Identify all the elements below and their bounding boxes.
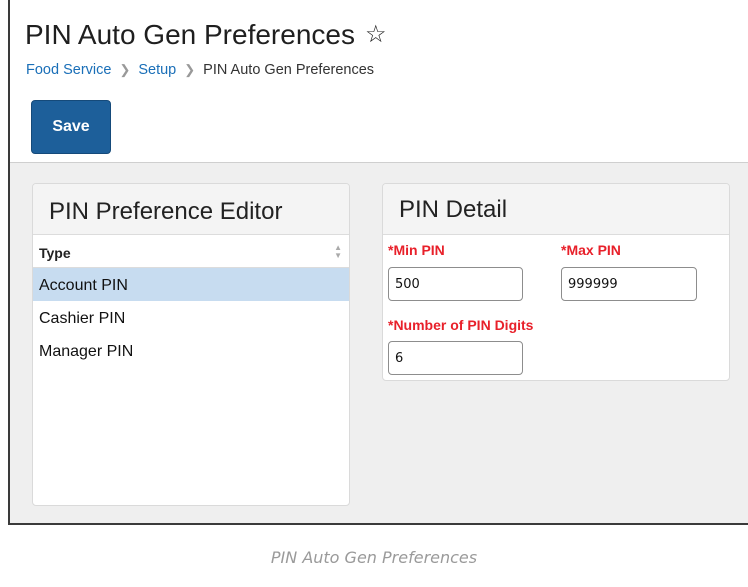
breadcrumb-food-service[interactable]: Food Service [26, 62, 111, 78]
page-header: PIN Auto Gen Preferences ☆ Food Service … [10, 0, 748, 93]
pin-detail-title: PIN Detail [383, 184, 729, 235]
page-title-text: PIN Auto Gen Preferences [25, 19, 355, 50]
number-of-pin-digits-label: *Number of PIN Digits [388, 317, 534, 333]
sort-icon[interactable]: ▲ ▼ [334, 244, 342, 260]
app-window: PIN Auto Gen Preferences ☆ Food Service … [8, 0, 748, 525]
action-toolbar: Save [10, 92, 748, 163]
breadcrumb: Food Service ❯ Setup ❯ PIN Auto Gen Pref… [26, 62, 374, 78]
pin-preference-editor-panel: PIN Preference Editor Type ▲ ▼ Account PI… [32, 183, 350, 506]
breadcrumb-current: PIN Auto Gen Preferences [203, 62, 375, 78]
pin-preference-editor-title: PIN Preference Editor [33, 184, 349, 235]
list-item-account-pin[interactable]: Account PIN [33, 268, 349, 301]
max-pin-input[interactable] [561, 267, 697, 301]
min-pin-input[interactable] [388, 267, 523, 301]
chevron-right-icon: ❯ [184, 62, 196, 77]
list-item-manager-pin[interactable]: Manager PIN [33, 334, 349, 367]
type-column-header[interactable]: Type ▲ ▼ [33, 235, 349, 268]
min-pin-label: *Min PIN [388, 242, 445, 258]
max-pin-label: *Max PIN [561, 242, 621, 258]
image-caption: PIN Auto Gen Preferences [270, 548, 478, 567]
number-of-pin-digits-input[interactable] [388, 341, 523, 375]
breadcrumb-setup[interactable]: Setup [138, 62, 176, 78]
chevron-right-icon: ❯ [119, 62, 131, 77]
type-column-label: Type [39, 245, 71, 261]
pin-detail-panel: PIN Detail *Min PIN *Max PIN *Number of … [382, 183, 730, 381]
star-icon[interactable]: ☆ [365, 23, 387, 47]
page-title: PIN Auto Gen Preferences ☆ [25, 19, 386, 51]
save-button[interactable]: Save [31, 100, 111, 154]
list-item-cashier-pin[interactable]: Cashier PIN [33, 301, 349, 334]
